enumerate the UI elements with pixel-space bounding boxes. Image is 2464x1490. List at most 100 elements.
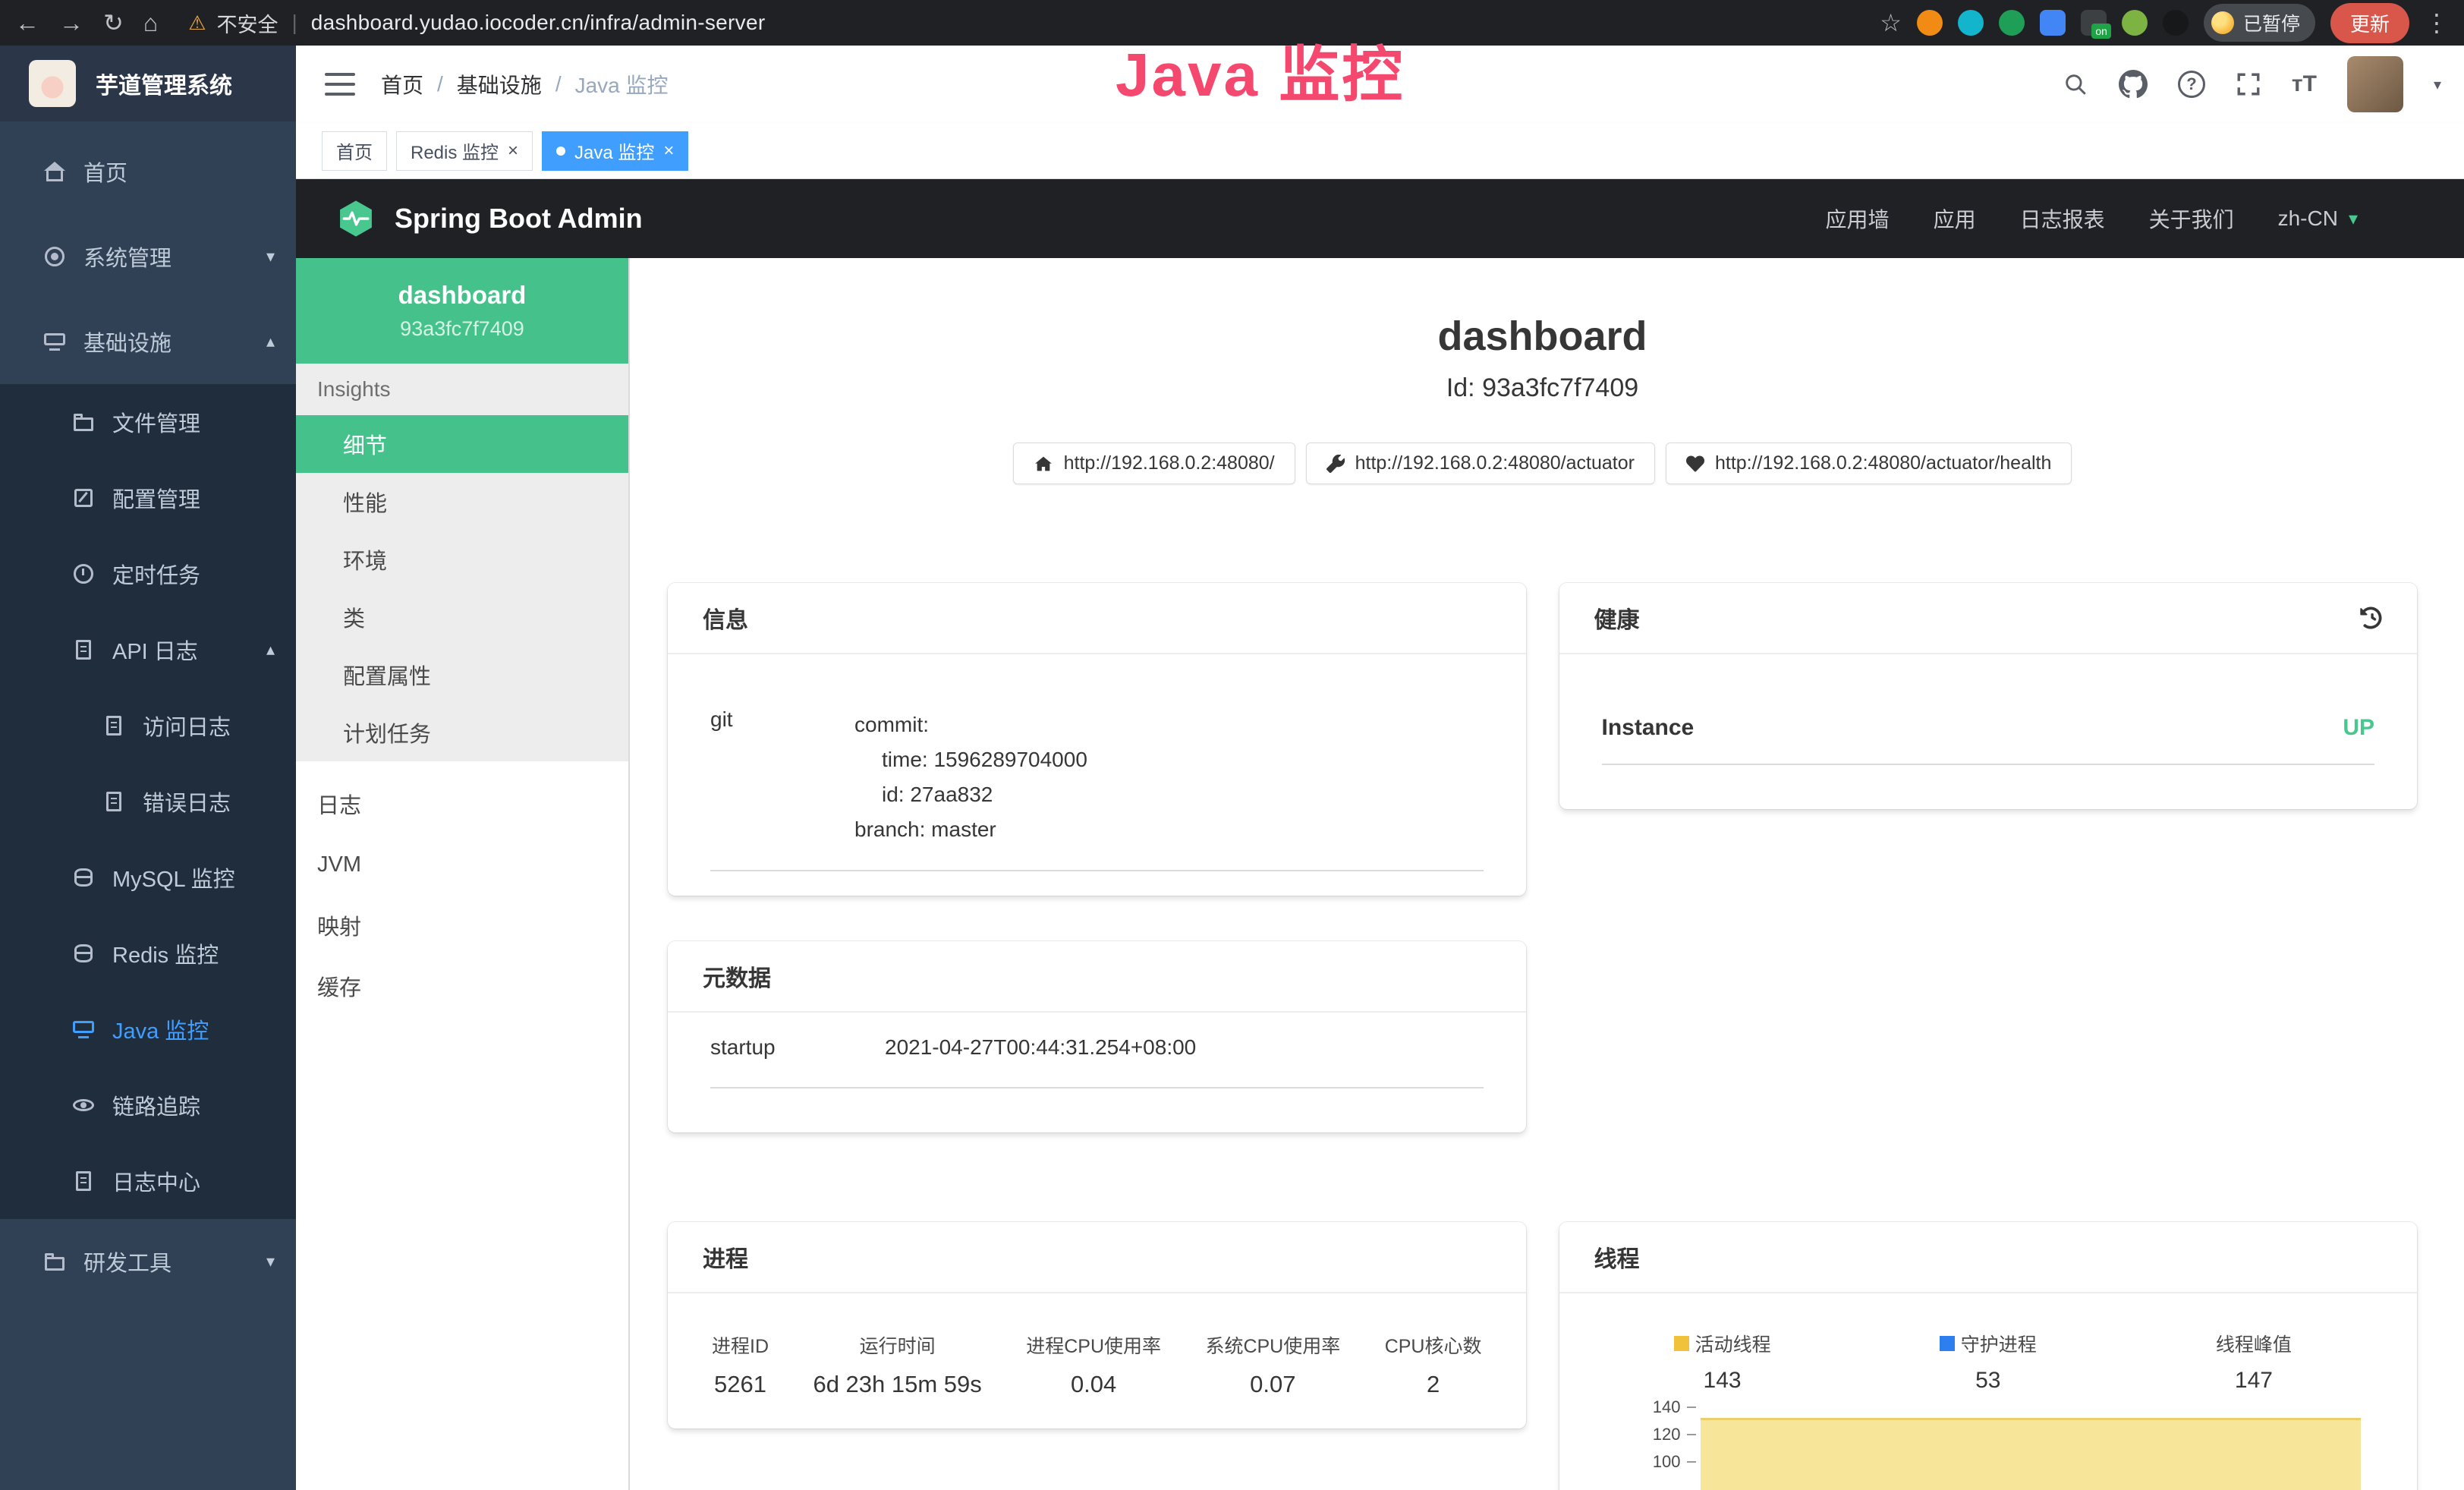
sidebar-item-system[interactable]: 系统管理 ▾ xyxy=(0,214,296,299)
github-icon[interactable] xyxy=(2119,70,2148,99)
sidebar-item-api-log[interactable]: API 日志 ▴ xyxy=(0,612,296,688)
instance-nav-scheduled-tasks[interactable]: 计划任务 xyxy=(296,704,628,761)
home-icon[interactable]: ⌂ xyxy=(143,11,158,35)
sba-locale-select[interactable]: zh-CN ▾ xyxy=(2278,206,2358,231)
fullscreen-icon[interactable] xyxy=(2236,71,2261,97)
log-icon xyxy=(103,715,124,736)
breadcrumb-home[interactable]: 首页 xyxy=(381,69,423,99)
search-icon[interactable] xyxy=(2063,71,2088,97)
history-icon[interactable] xyxy=(2359,606,2382,629)
active-dot xyxy=(556,146,565,156)
close-icon[interactable]: × xyxy=(508,142,518,160)
sidebar-item-files[interactable]: 文件管理 xyxy=(0,384,296,460)
sidebar-item-dev-tools[interactable]: 研发工具 ▾ xyxy=(0,1219,296,1304)
profile-avatar xyxy=(2211,11,2234,34)
instance-nav-caches[interactable]: 缓存 xyxy=(296,956,628,1016)
sidebar-item-log-center[interactable]: 日志中心 xyxy=(0,1143,296,1219)
wrench-icon xyxy=(1326,455,1345,473)
help-icon[interactable]: ? xyxy=(2178,71,2205,98)
sidebar-item-label: 错误日志 xyxy=(143,786,231,817)
card-header: 信息 xyxy=(668,583,1526,654)
extension-icon[interactable] xyxy=(2122,10,2148,36)
threads-chart: 140 120 100 xyxy=(1620,1400,2372,1490)
server-icon xyxy=(44,331,65,352)
hamburger-icon[interactable] xyxy=(325,73,355,96)
extension-icon[interactable] xyxy=(2163,10,2189,36)
back-icon[interactable]: ← xyxy=(15,11,39,35)
actuator-url-link[interactable]: http://192.168.0.2:48080/actuator xyxy=(1306,443,1655,484)
instance-nav-classes[interactable]: 类 xyxy=(296,588,628,646)
instance-nav-environment[interactable]: 环境 xyxy=(296,531,628,588)
sidebar-item-config[interactable]: 配置管理 xyxy=(0,460,296,536)
sidebar-item-redis[interactable]: Redis 监控 xyxy=(0,915,296,991)
stat-value: 0.04 xyxy=(1071,1371,1116,1398)
info-line: id: 27aa832 xyxy=(854,777,1087,812)
instance-header[interactable]: dashboard 93a3fc7f7409 xyxy=(296,258,628,364)
breadcrumb-infra[interactable]: 基础设施 xyxy=(457,69,542,99)
chevron-down-icon[interactable]: ▾ xyxy=(2434,75,2441,94)
instance-nav-details[interactable]: 细节 xyxy=(296,415,628,473)
sidebar-item-access-log[interactable]: 访问日志 xyxy=(0,688,296,764)
extension-icon[interactable] xyxy=(1917,10,1943,36)
url-text[interactable]: dashboard.yudao.iocoder.cn/infra/admin-s… xyxy=(311,11,766,35)
sidebar-item-trace[interactable]: 链路追踪 xyxy=(0,1067,296,1143)
service-url-link[interactable]: http://192.168.0.2:48080/ xyxy=(1013,443,1295,484)
card-title: 信息 xyxy=(703,601,748,635)
screen: ← → ↻ ⌂ ⚠ 不安全 | dashboard.yudao.iocoder.… xyxy=(0,0,2464,1490)
sidebar-item-jobs[interactable]: 定时任务 xyxy=(0,536,296,612)
tab-java-monitor[interactable]: Java 监控 × xyxy=(542,131,688,171)
table-row: Instance UP xyxy=(1602,715,2375,765)
profile-paused-chip[interactable]: 已暂停 xyxy=(2204,4,2315,42)
tab-redis-monitor[interactable]: Redis 监控 × xyxy=(396,131,533,171)
tab-home[interactable]: 首页 xyxy=(322,131,387,171)
extension-icon[interactable] xyxy=(1999,10,2025,36)
legend-label: 线程峰值 xyxy=(2216,1330,2292,1357)
kebab-menu-icon[interactable]: ⋮ xyxy=(2425,11,2449,35)
extension-icon[interactable] xyxy=(1958,10,1984,36)
edit-icon xyxy=(73,487,94,509)
instance-nav-mappings[interactable]: 映射 xyxy=(296,895,628,956)
chrome-update-button[interactable]: 更新 xyxy=(2330,3,2409,43)
app-logo[interactable]: 芋道管理系统 xyxy=(0,46,296,121)
cards-left-column: 信息 git commit: time: 1596289704000 xyxy=(668,583,1526,1490)
sidebar-item-label: 定时任务 xyxy=(112,558,200,590)
font-size-icon[interactable]: тT xyxy=(2292,71,2317,97)
sba-nav-wallboard[interactable]: 应用墙 xyxy=(1826,203,1890,234)
instance-nav-metrics[interactable]: 性能 xyxy=(296,473,628,531)
sidebar-item-mysql[interactable]: MySQL 监控 xyxy=(0,840,296,915)
stat-value: 2 xyxy=(1427,1371,1440,1398)
sba-nav-applications[interactable]: 应用 xyxy=(1934,203,1976,234)
timer-icon xyxy=(73,563,94,584)
instance-nav-configprops[interactable]: 配置属性 xyxy=(296,646,628,704)
tab-label: Redis 监控 xyxy=(411,137,499,164)
breadcrumb-current: Java 监控 xyxy=(575,69,669,99)
close-icon[interactable]: × xyxy=(663,142,674,160)
instance-nav-jvm[interactable]: JVM xyxy=(296,834,628,895)
forward-icon[interactable]: → xyxy=(59,11,83,35)
link-label: http://192.168.0.2:48080/actuator/health xyxy=(1715,452,2051,474)
chevron-down-icon: ▾ xyxy=(2349,208,2358,230)
sba-nav-journal[interactable]: 日志报表 xyxy=(2020,203,2105,234)
sba-body: dashboard 93a3fc7f7409 Insights 细节 性能 环境… xyxy=(296,258,2464,1490)
user-avatar[interactable] xyxy=(2347,56,2403,112)
refresh-icon[interactable]: ↻ xyxy=(103,11,124,35)
insights-group-label: Insights xyxy=(296,364,628,415)
instance-nav-logs[interactable]: 日志 xyxy=(296,773,628,834)
bookmark-star-icon[interactable]: ☆ xyxy=(1880,11,1902,35)
sba-brand[interactable]: Spring Boot Admin xyxy=(335,198,643,239)
sidebar-item-error-log[interactable]: 错误日志 xyxy=(0,764,296,840)
sidebar-item-home[interactable]: 首页 xyxy=(0,129,296,214)
header-actions: ? тT ▾ xyxy=(2063,56,2441,112)
sba-navbar: Spring Boot Admin 应用墙 应用 日志报表 关于我们 zh-CN… xyxy=(296,179,2464,258)
sba-menu: 应用墙 应用 日志报表 关于我们 zh-CN ▾ xyxy=(1826,203,2358,234)
extension-icon[interactable]: on xyxy=(2081,10,2107,36)
address-bar[interactable]: ⚠ 不安全 | dashboard.yudao.iocoder.cn/infra… xyxy=(188,8,765,38)
sidebar-item-infra[interactable]: 基础设施 ▴ xyxy=(0,299,296,384)
sidebar-item-java-monitor[interactable]: Java 监控 xyxy=(0,991,296,1067)
health-url-link[interactable]: http://192.168.0.2:48080/actuator/health xyxy=(1666,443,2072,484)
card-title: 健康 xyxy=(1594,601,1640,635)
sba-nav-about[interactable]: 关于我们 xyxy=(2149,203,2234,234)
cards-right-column: 健康 Instance UP xyxy=(1559,583,2418,1490)
stat-value: 0.07 xyxy=(1250,1371,1295,1398)
extension-icon[interactable] xyxy=(2040,10,2066,36)
